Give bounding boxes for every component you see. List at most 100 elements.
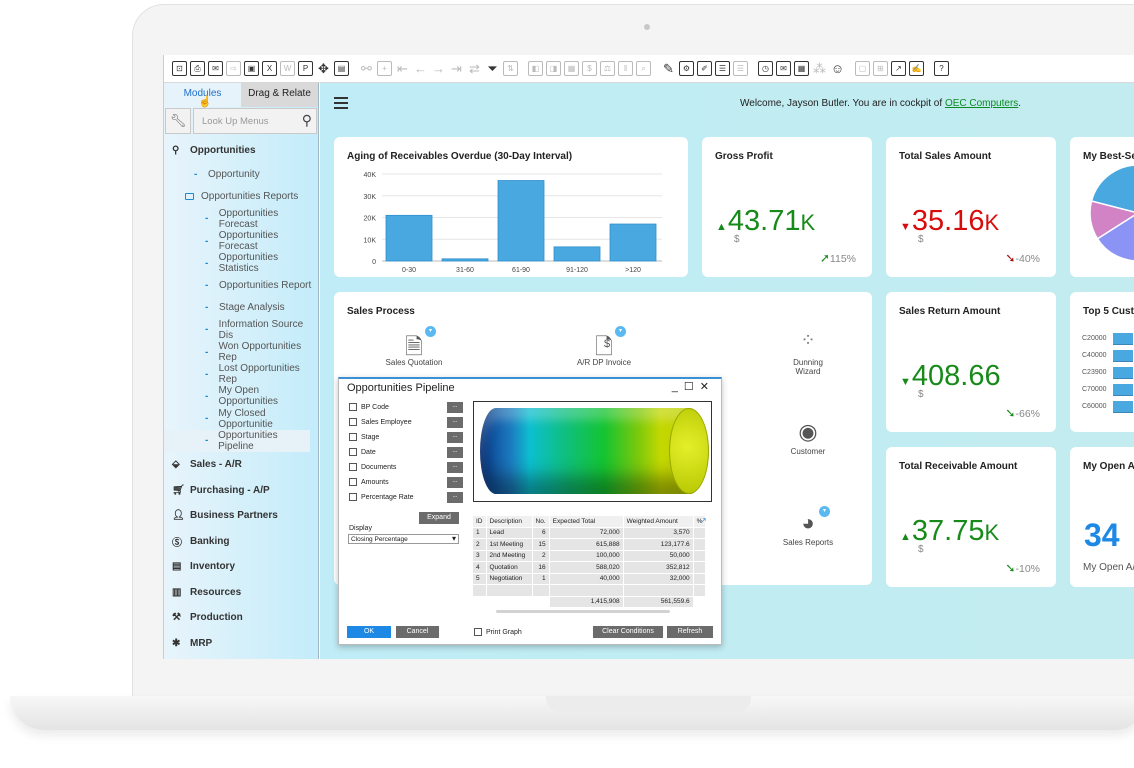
pdf-icon[interactable]: P [298,61,313,76]
bar-31-60[interactable] [441,258,489,262]
table-row[interactable]: 4 Quotation 16 588,020 352,812 [472,561,707,574]
send-icon[interactable]: ⇨ [226,61,241,76]
expand-button[interactable]: Expand [419,512,459,524]
sales-quotation-shortcut[interactable]: 🗎︎ ▾ Sales Quotation [374,326,454,367]
screen-icon[interactable]: ▢ [855,61,870,76]
user-icon[interactable]: ☺ [830,61,845,76]
widgets-icon[interactable]: ⊞ [873,61,888,76]
first-record-icon[interactable]: ⇤ [395,61,410,76]
table-row-empty[interactable] [472,584,707,597]
print-layout-icon[interactable]: ▣ [244,61,259,76]
wrench-icon[interactable]: 🔧︎ [165,108,191,134]
best-sellers-card[interactable]: My Best-Se [1070,137,1134,277]
dropdown-badge-icon[interactable]: ▾ [425,326,436,337]
checkbox[interactable] [349,448,357,456]
bar->120[interactable] [609,223,657,262]
dropdown-badge-icon[interactable]: ▾ [819,506,830,517]
maximize-icon[interactable]: ☐ [684,381,700,393]
excel-icon[interactable]: X [262,61,277,76]
module-business-partners[interactable]: 👤︎ Business Partners [164,503,318,529]
add-icon[interactable]: + [377,61,392,76]
table-row[interactable]: 3 2nd Meeting 2 100,000 50,000 [472,549,707,562]
criteria-select-button[interactable]: ... [447,447,463,458]
settings-icon[interactable]: ⚙ [679,61,694,76]
module-production[interactable]: ⚒ Production [164,605,318,631]
gross-profit-icon[interactable]: ⚖ [600,61,615,76]
checkbox[interactable] [349,478,357,486]
module-sales-a-r[interactable]: ⬙ Sales - A/R [164,452,318,478]
open-ar-card[interactable]: My Open A/ 34 My Open A/R [1070,447,1134,587]
hamburger-menu-icon[interactable] [334,97,348,109]
org-icon[interactable]: ⁂ [812,61,827,76]
target-document-icon[interactable]: ◨ [546,61,561,76]
calendar-icon[interactable]: ◷ [758,61,773,76]
tab-drag-relate[interactable]: Drag & Relate [241,83,318,107]
ok-button[interactable]: OK [347,626,391,638]
form-settings-icon[interactable]: ▤ [334,61,349,76]
criteria-select-button[interactable]: ... [447,492,463,503]
checkbox[interactable] [349,433,357,441]
checkbox[interactable] [349,403,357,411]
word-icon[interactable]: W [280,61,295,76]
help-icon[interactable]: ? [934,61,949,76]
refresh-icon[interactable]: ⇄ [467,61,482,76]
checkbox[interactable] [349,418,357,426]
menu-item[interactable]: - Lost Opportunities Rep [164,363,318,385]
gross-profit-card[interactable]: Gross Profit ▲43.71K $ ➚115% [702,137,872,277]
criteria-select-button[interactable]: ... [447,432,463,443]
link-arrow-icon[interactable]: ↗ [700,516,707,525]
print-graph-checkbox[interactable]: Print Graph [474,628,522,636]
print-icon[interactable]: ⎙ [190,61,205,76]
checkbox[interactable] [474,628,482,636]
menu-item[interactable]: - Opportunities Pipeline [164,429,310,452]
menu-item[interactable]: - Opportunities Forecast [164,208,318,230]
sales-reports-shortcut[interactable]: ◕ ▾ Sales Reports [768,506,848,547]
close-icon[interactable]: ✕ [700,381,715,393]
cancel-button[interactable]: Cancel [396,626,439,638]
module-mrp[interactable]: ✱ MRP [164,630,318,656]
bar-0-30[interactable] [385,214,433,262]
menu-item[interactable]: - Opportunities Statistics [164,252,318,274]
checkbox[interactable] [349,493,357,501]
table-row[interactable]: 1 Lead 6 72,000 3,570 [472,526,707,539]
menu-item[interactable]: - My Closed Opportunitie [164,408,318,430]
sales-return-card[interactable]: Sales Return Amount ▼408.66 $ ➘-66% [886,292,1056,432]
columns-icon[interactable]: ‖ [618,61,633,76]
aging-card[interactable]: Aging of Receivables Overdue (30-Day Int… [334,137,688,277]
filter-icon[interactable]: ⏷ [485,61,500,76]
drill-down-icon[interactable]: ⌕ [636,61,651,76]
edit-icon[interactable]: ✎ [661,61,676,76]
email-icon[interactable]: ✉ [208,61,223,76]
find-icon[interactable]: ⚯ [359,61,374,76]
dunning-wizard-shortcut[interactable]: ⁘ Dunning Wizard [768,330,848,376]
column-header[interactable]: ID [472,515,487,528]
column-header[interactable]: Expected Total [548,515,624,528]
sort-icon[interactable]: ⇅ [503,61,518,76]
alerts-icon[interactable]: ☰ [733,61,748,76]
base-document-icon[interactable]: ◧ [528,61,543,76]
display-select[interactable]: Closing Percentage [348,534,459,544]
column-header[interactable]: No. [531,515,550,528]
criteria-select-button[interactable]: ... [447,462,463,473]
module-purchasing-a-p[interactable]: 🛒︎ Purchasing - A/P [164,477,318,503]
module-inventory[interactable]: ▤ Inventory [164,554,318,580]
bar-91-120[interactable] [553,246,601,262]
move-icon[interactable]: ✥ [316,61,331,76]
analytics-icon[interactable]: ↗ [891,61,906,76]
journal-icon[interactable]: ▦ [564,61,579,76]
company-link[interactable]: OEC Computers [945,98,1018,109]
refresh-button[interactable]: Refresh [667,626,713,638]
criteria-checkbox[interactable]: Amounts [349,478,389,486]
signature-icon[interactable]: ✍ [909,61,924,76]
last-record-icon[interactable]: ⇥ [449,61,464,76]
minimize-icon[interactable]: _ [672,381,684,393]
criteria-checkbox[interactable]: Sales Employee [349,418,412,426]
menu-item[interactable]: - Opportunities Forecast [164,230,318,252]
criteria-select-button[interactable]: ... [447,417,463,428]
menu-item[interactable]: - Won Opportunities Rep [164,341,318,363]
table-row[interactable]: 5 Negotiation 1 40,000 32,000 [472,572,707,585]
ar-dp-invoice-shortcut[interactable]: 🗋︎ $ ▾ A/R DP Invoice [564,326,644,367]
top5-customers-card[interactable]: Top 5 Custo C20000 C40000 C23900 C70000 C600… [1070,292,1134,432]
calculator-icon[interactable]: ▦ [794,61,809,76]
module-banking[interactable]: Ⓢ Banking [164,528,318,554]
